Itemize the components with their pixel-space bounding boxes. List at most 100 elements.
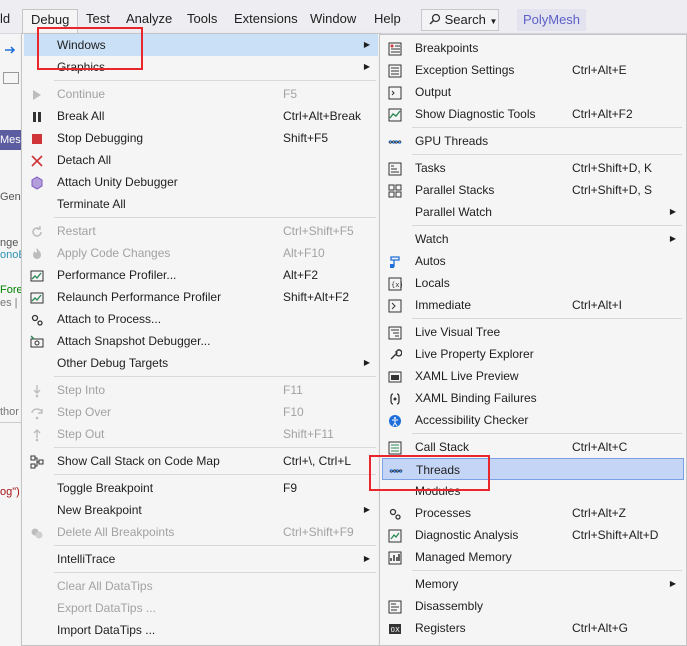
debug-item-attach-to-process[interactable]: Attach to Process... xyxy=(24,308,378,330)
menu-item-label: Registers xyxy=(415,621,466,635)
debug-item-apply-code-changes[interactable]: Apply Code Changes Alt+F10 xyxy=(24,242,378,264)
windows-item-show-diagnostic-tools[interactable]: Show Diagnostic Tools Ctrl+Alt+F2 xyxy=(382,103,684,125)
debug-item-terminate-all[interactable]: Terminate All xyxy=(24,193,378,215)
windows-item-xaml-live-preview[interactable]: XAML Live Preview xyxy=(382,365,684,387)
debug-item-step-over[interactable]: Step Over F10 xyxy=(24,401,378,423)
menu-debug[interactable]: Debug xyxy=(22,9,79,34)
windows-item-watch[interactable]: Watch ▶ xyxy=(382,228,684,250)
debug-item-graphics[interactable]: Graphics ▶ xyxy=(24,56,378,78)
menu-item-label: Performance Profiler... xyxy=(57,268,177,282)
debug-item-new-breakpoint[interactable]: New Breakpoint ▶ xyxy=(24,499,378,521)
disassembly-icon xyxy=(388,599,402,614)
debug-item-detach-all[interactable]: Detach All xyxy=(24,149,378,171)
menu-item-shortcut: Alt+F10 xyxy=(283,246,325,260)
debug-item-break-all[interactable]: Break All Ctrl+Alt+Break xyxy=(24,105,378,127)
menu-build[interactable]: ld xyxy=(0,9,10,29)
project-badge[interactable]: PolyMesh xyxy=(517,9,586,31)
search-box[interactable]: Search ▼ xyxy=(421,9,499,31)
windows-item-modules[interactable]: Modules xyxy=(382,480,684,502)
debug-item-show-call-stack-on-code-map[interactable]: Show Call Stack on Code Map Ctrl+\, Ctrl+… xyxy=(24,450,378,472)
windows-item-gpu-threads[interactable]: GPU Threads xyxy=(382,130,684,152)
step-over-icon xyxy=(30,405,44,420)
windows-item-disassembly[interactable]: Disassembly xyxy=(382,595,684,617)
debug-menu: Windows ▶ Graphics ▶ Continue F5 Break All Ctrl… xyxy=(21,33,381,646)
camera-icon xyxy=(30,334,44,348)
exception-icon xyxy=(388,63,402,78)
restart-icon xyxy=(30,224,44,238)
windows-item-threads[interactable]: Threads xyxy=(382,458,684,480)
menu-separator xyxy=(54,217,376,218)
debug-item-step-out[interactable]: Step Out Shift+F11 xyxy=(24,423,378,445)
chevron-right-icon: ▶ xyxy=(669,207,676,216)
menu-item-shortcut: Ctrl+\, Ctrl+L xyxy=(283,454,352,468)
gpu-threads-icon xyxy=(388,134,402,148)
debug-item-relaunch-performance-profiler[interactable]: Relaunch Performance Profiler Shift+Alt+F… xyxy=(24,286,378,308)
debug-item-attach-snapshot-debugger[interactable]: Attach Snapshot Debugger... xyxy=(24,330,378,352)
debug-item-attach-unity-debugger[interactable]: Attach Unity Debugger xyxy=(24,171,378,193)
menu-item-label: Tasks xyxy=(415,161,446,175)
menu-item-shortcut: Ctrl+Alt+F2 xyxy=(572,107,633,121)
windows-item-immediate[interactable]: Immediate Ctrl+Alt+I xyxy=(382,294,684,316)
editor-divider xyxy=(0,422,22,423)
debug-item-clear-all-datatips[interactable]: Clear All DataTips xyxy=(24,575,378,597)
menu-analyze[interactable]: Analyze xyxy=(126,9,172,29)
chevron-right-icon: ▶ xyxy=(669,579,676,588)
windows-item-parallel-watch[interactable]: Parallel Watch ▶ xyxy=(382,201,684,223)
menu-item-label: Import DataTips ... xyxy=(57,623,156,637)
menu-item-label: Live Visual Tree xyxy=(415,325,501,339)
windows-item-diagnostic-analysis[interactable]: Diagnostic Analysis Ctrl+Shift+Alt+D xyxy=(382,524,684,546)
menu-item-label: GPU Threads xyxy=(415,134,489,148)
windows-item-live-property-explorer[interactable]: Live Property Explorer xyxy=(382,343,684,365)
windows-item-xaml-binding-failures[interactable]: XAML Binding Failures xyxy=(382,387,684,409)
menu-separator xyxy=(54,447,376,448)
debug-item-delete-all-breakpoints[interactable]: Delete All Breakpoints Ctrl+Shift+F9 xyxy=(24,521,378,543)
debug-item-performance-profiler[interactable]: Performance Profiler... Alt+F2 xyxy=(24,264,378,286)
windows-item-call-stack[interactable]: Call Stack Ctrl+Alt+C xyxy=(382,436,684,458)
windows-item-parallel-stacks[interactable]: Parallel Stacks Ctrl+Shift+D, S xyxy=(382,179,684,201)
editor-tab[interactable]: Mesh xyxy=(0,130,22,150)
debug-item-import-datatips[interactable]: Import DataTips ... xyxy=(24,619,378,641)
windows-item-output[interactable]: Output xyxy=(382,81,684,103)
menu-item-label: Call Stack xyxy=(415,440,470,454)
windows-item-breakpoints[interactable]: Breakpoints xyxy=(382,37,684,59)
windows-item-managed-memory[interactable]: Managed Memory xyxy=(382,546,684,568)
windows-item-live-visual-tree[interactable]: Live Visual Tree xyxy=(382,321,684,343)
menu-test[interactable]: Test xyxy=(86,9,110,29)
menu-item-label: Parallel Stacks xyxy=(415,183,495,197)
menu-help[interactable]: Help xyxy=(374,9,401,29)
windows-item-processes[interactable]: Processes Ctrl+Alt+Z xyxy=(382,502,684,524)
menu-item-shortcut: Ctrl+Shift+Alt+D xyxy=(572,528,659,542)
menu-item-label: Apply Code Changes xyxy=(57,246,171,260)
windows-item-exception-settings[interactable]: Exception Settings Ctrl+Alt+E xyxy=(382,59,684,81)
windows-submenu: Breakpoints Exception Settings Ctrl+Alt+E O… xyxy=(379,34,687,646)
search-label: Search xyxy=(444,12,486,27)
menu-separator xyxy=(54,572,376,573)
debug-item-other-debug-targets[interactable]: Other Debug Targets ▶ xyxy=(24,352,378,374)
windows-item-registers[interactable]: 0X Registers Ctrl+Alt+G xyxy=(382,617,684,639)
menu-item-shortcut: Ctrl+Alt+E xyxy=(572,63,627,77)
debug-item-export-datatips[interactable]: Export DataTips ... xyxy=(24,597,378,619)
windows-item-locals[interactable]: {x} Locals xyxy=(382,272,684,294)
debug-item-windows[interactable]: Windows ▶ xyxy=(24,34,378,56)
menu-item-label: Toggle Breakpoint xyxy=(57,481,154,495)
breakpoints-icon xyxy=(30,525,44,539)
immediate-icon xyxy=(388,298,402,313)
svg-text:{x}: {x} xyxy=(391,281,402,289)
windows-item-memory[interactable]: Memory ▶ xyxy=(382,573,684,595)
menu-window[interactable]: Window xyxy=(310,9,356,29)
windows-item-accessibility-checker[interactable]: Accessibility Checker xyxy=(382,409,684,431)
windows-item-autos[interactable]: Autos xyxy=(382,250,684,272)
debug-item-continue[interactable]: Continue F5 xyxy=(24,83,378,105)
debug-item-toggle-breakpoint[interactable]: Toggle Breakpoint F9 xyxy=(24,477,378,499)
menu-item-label: Output xyxy=(415,85,452,99)
menu-separator xyxy=(54,474,376,475)
debug-item-restart[interactable]: Restart Ctrl+Shift+F5 xyxy=(24,220,378,242)
windows-item-tasks[interactable]: Tasks Ctrl+Shift+D, K xyxy=(382,157,684,179)
debug-item-intellitrace[interactable]: IntelliTrace ▶ xyxy=(24,548,378,570)
debug-item-step-into[interactable]: Step Into F11 xyxy=(24,379,378,401)
processes-icon xyxy=(388,506,402,520)
menu-item-label: Attach to Process... xyxy=(57,312,162,326)
debug-item-stop-debugging[interactable]: Stop Debugging Shift+F5 xyxy=(24,127,378,149)
menu-extensions[interactable]: Extensions xyxy=(234,9,298,29)
menu-tools[interactable]: Tools xyxy=(187,9,217,29)
